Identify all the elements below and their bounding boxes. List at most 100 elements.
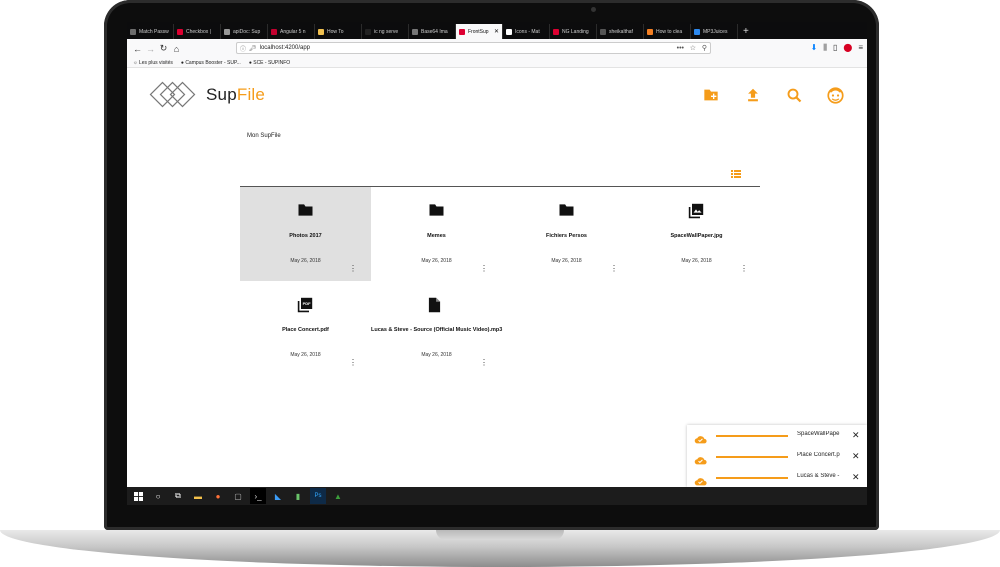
more-options-icon[interactable]: ⋮ [349, 359, 357, 367]
tab-favicon [224, 28, 230, 35]
bookmark-star-icon[interactable]: ☆ [690, 44, 696, 52]
logo[interactable]: SupFile [148, 80, 265, 110]
tab-label: sheikalthaf [609, 28, 633, 35]
folder-icon [428, 203, 445, 222]
tab[interactable]: How To [315, 24, 362, 39]
url-bar[interactable]: ⓘ 🔑︎ localhost:4200/app ••• ☆ ⚲ [236, 42, 711, 54]
laptop-notch [436, 530, 564, 540]
sidebar-icon[interactable]: ▯ [833, 43, 837, 53]
close-icon[interactable]: ✕ [852, 451, 860, 462]
tab[interactable]: Icons - Mat [503, 24, 550, 39]
info-icon[interactable]: ⓘ [240, 44, 246, 53]
cortana-icon[interactable]: ○ [150, 488, 166, 504]
brand-name: SupFile [206, 85, 265, 105]
close-icon[interactable]: ✕ [852, 472, 860, 483]
tab[interactable]: NG Landing [550, 24, 597, 39]
tab[interactable]: Angular 5 n [268, 24, 315, 39]
upload-progress-bar [716, 435, 788, 437]
page-actions-icon[interactable]: ••• [677, 45, 684, 52]
bookmark-item[interactable]: ● Campus Booster - SUP... [181, 60, 241, 66]
terminal-icon[interactable]: ›_ [250, 488, 266, 504]
task-view-icon[interactable]: ⧉ [170, 488, 186, 504]
tab[interactable]: Checkbox | [174, 24, 221, 39]
tab-favicon [506, 28, 512, 35]
windows-start-icon[interactable] [130, 488, 146, 504]
upload-progress-bar [716, 477, 788, 479]
app-icon[interactable]: ▮ [290, 488, 306, 504]
upload-item: Place Concert.p ✕ [687, 446, 867, 467]
upload-file-name: Place Concert.p [797, 452, 840, 458]
list-view-icon[interactable] [731, 165, 741, 183]
tab[interactable]: Base64 Ima [409, 24, 456, 39]
bookmark-item[interactable]: ● SCE - SUPINFO [249, 60, 290, 66]
file-card[interactable]: Memes May 26, 2018 ⋮ [371, 187, 502, 281]
tab-label: apiDoc: Sup [233, 28, 261, 35]
firefox-icon[interactable]: ● [210, 488, 226, 504]
file-card[interactable]: SpaceWallPaper.jpg May 26, 2018 ⋮ [631, 187, 762, 281]
tab-label: Base64 Ima [421, 28, 448, 35]
file-icon [428, 297, 441, 318]
folder-icon [297, 203, 314, 222]
menu-icon[interactable]: ≡ [858, 43, 863, 53]
upload-item: Lucas & Steve - ✕ [687, 467, 867, 488]
close-icon[interactable]: ✕ [852, 430, 860, 441]
addon-block-icon[interactable]: ⬤ [843, 43, 852, 53]
file-card[interactable]: PDF Place Concert.pdf May 26, 2018 ⋮ [240, 281, 371, 375]
bookmarks-bar: ☼ Les plus visités ● Campus Booster - SU… [127, 58, 867, 68]
download-icon[interactable]: ⬇ [811, 43, 818, 53]
git-icon[interactable]: ▲ [330, 488, 346, 504]
upload-progress-bar [716, 456, 788, 458]
search-icon[interactable] [784, 85, 804, 105]
more-options-icon[interactable]: ⋮ [480, 359, 488, 367]
file-explorer-icon[interactable]: ▬ [190, 488, 206, 504]
file-name: Lucas & Steve - Source (Official Music V… [371, 327, 503, 333]
tab-favicon [553, 28, 559, 35]
home-icon[interactable]: ⌂ [170, 44, 183, 54]
reload-icon[interactable]: ↻ [157, 43, 170, 54]
more-options-icon[interactable]: ⋮ [349, 265, 357, 273]
close-tab-icon[interactable]: ✕ [494, 28, 499, 35]
file-card[interactable]: Lucas & Steve - Source (Official Music V… [371, 281, 502, 375]
tab[interactable]: ic ng serve [362, 24, 409, 39]
tab-favicon [694, 28, 700, 35]
tab-label: How To [327, 28, 344, 35]
create-folder-icon[interactable] [701, 85, 721, 105]
tab[interactable]: Match Passw [127, 24, 174, 39]
upload-icon[interactable] [743, 85, 763, 105]
tab-label: MP3Juices [703, 28, 728, 35]
photoshop-icon[interactable]: Ps [310, 488, 326, 504]
tab-active[interactable]: FrontSup ✕ [456, 24, 503, 39]
tab-favicon [271, 28, 277, 35]
store-icon[interactable]: ▢ [230, 488, 246, 504]
new-tab-button[interactable]: + [738, 24, 754, 39]
tab[interactable]: apiDoc: Sup [221, 24, 268, 39]
tab[interactable]: MP3Juices [691, 24, 738, 39]
profile-icon[interactable] [825, 85, 845, 105]
search-icon[interactable]: ⚲ [702, 44, 707, 52]
tab-label: NG Landing [562, 28, 589, 35]
forward-icon[interactable]: → [144, 44, 157, 54]
file-card[interactable]: Fichiers Persos May 26, 2018 ⋮ [501, 187, 632, 281]
tab[interactable]: How to clea [644, 24, 691, 39]
folder-icon [558, 203, 575, 222]
url-text: localhost:4200/app [259, 45, 311, 51]
tab-favicon [647, 28, 653, 35]
tab-favicon [600, 28, 606, 35]
back-icon[interactable]: ← [131, 44, 144, 54]
more-options-icon[interactable]: ⋮ [740, 265, 748, 273]
file-card[interactable]: Photos 2017 May 26, 2018 ⋮ [240, 187, 371, 281]
tab-favicon [177, 28, 183, 35]
more-options-icon[interactable]: ⋮ [610, 265, 618, 273]
bookmark-item[interactable]: ☼ Les plus visités [133, 60, 173, 66]
tab-label: Angular 5 n [280, 28, 306, 35]
vscode-icon[interactable]: ◣ [270, 488, 286, 504]
breadcrumb[interactable]: Mon SupFile [247, 133, 281, 139]
supfile-app: SupFile Mon SupFile Photos 2017 May 26, … [127, 69, 867, 487]
tab[interactable]: sheikalthaf [597, 24, 644, 39]
tab-label: ic ng serve [374, 28, 399, 35]
tab-label: How to clea [656, 28, 683, 35]
library-icon[interactable]: ⫼ [823, 43, 827, 53]
tab-favicon [365, 28, 371, 35]
more-options-icon[interactable]: ⋮ [480, 265, 488, 273]
tab-label: Icons - Mat [515, 28, 540, 35]
